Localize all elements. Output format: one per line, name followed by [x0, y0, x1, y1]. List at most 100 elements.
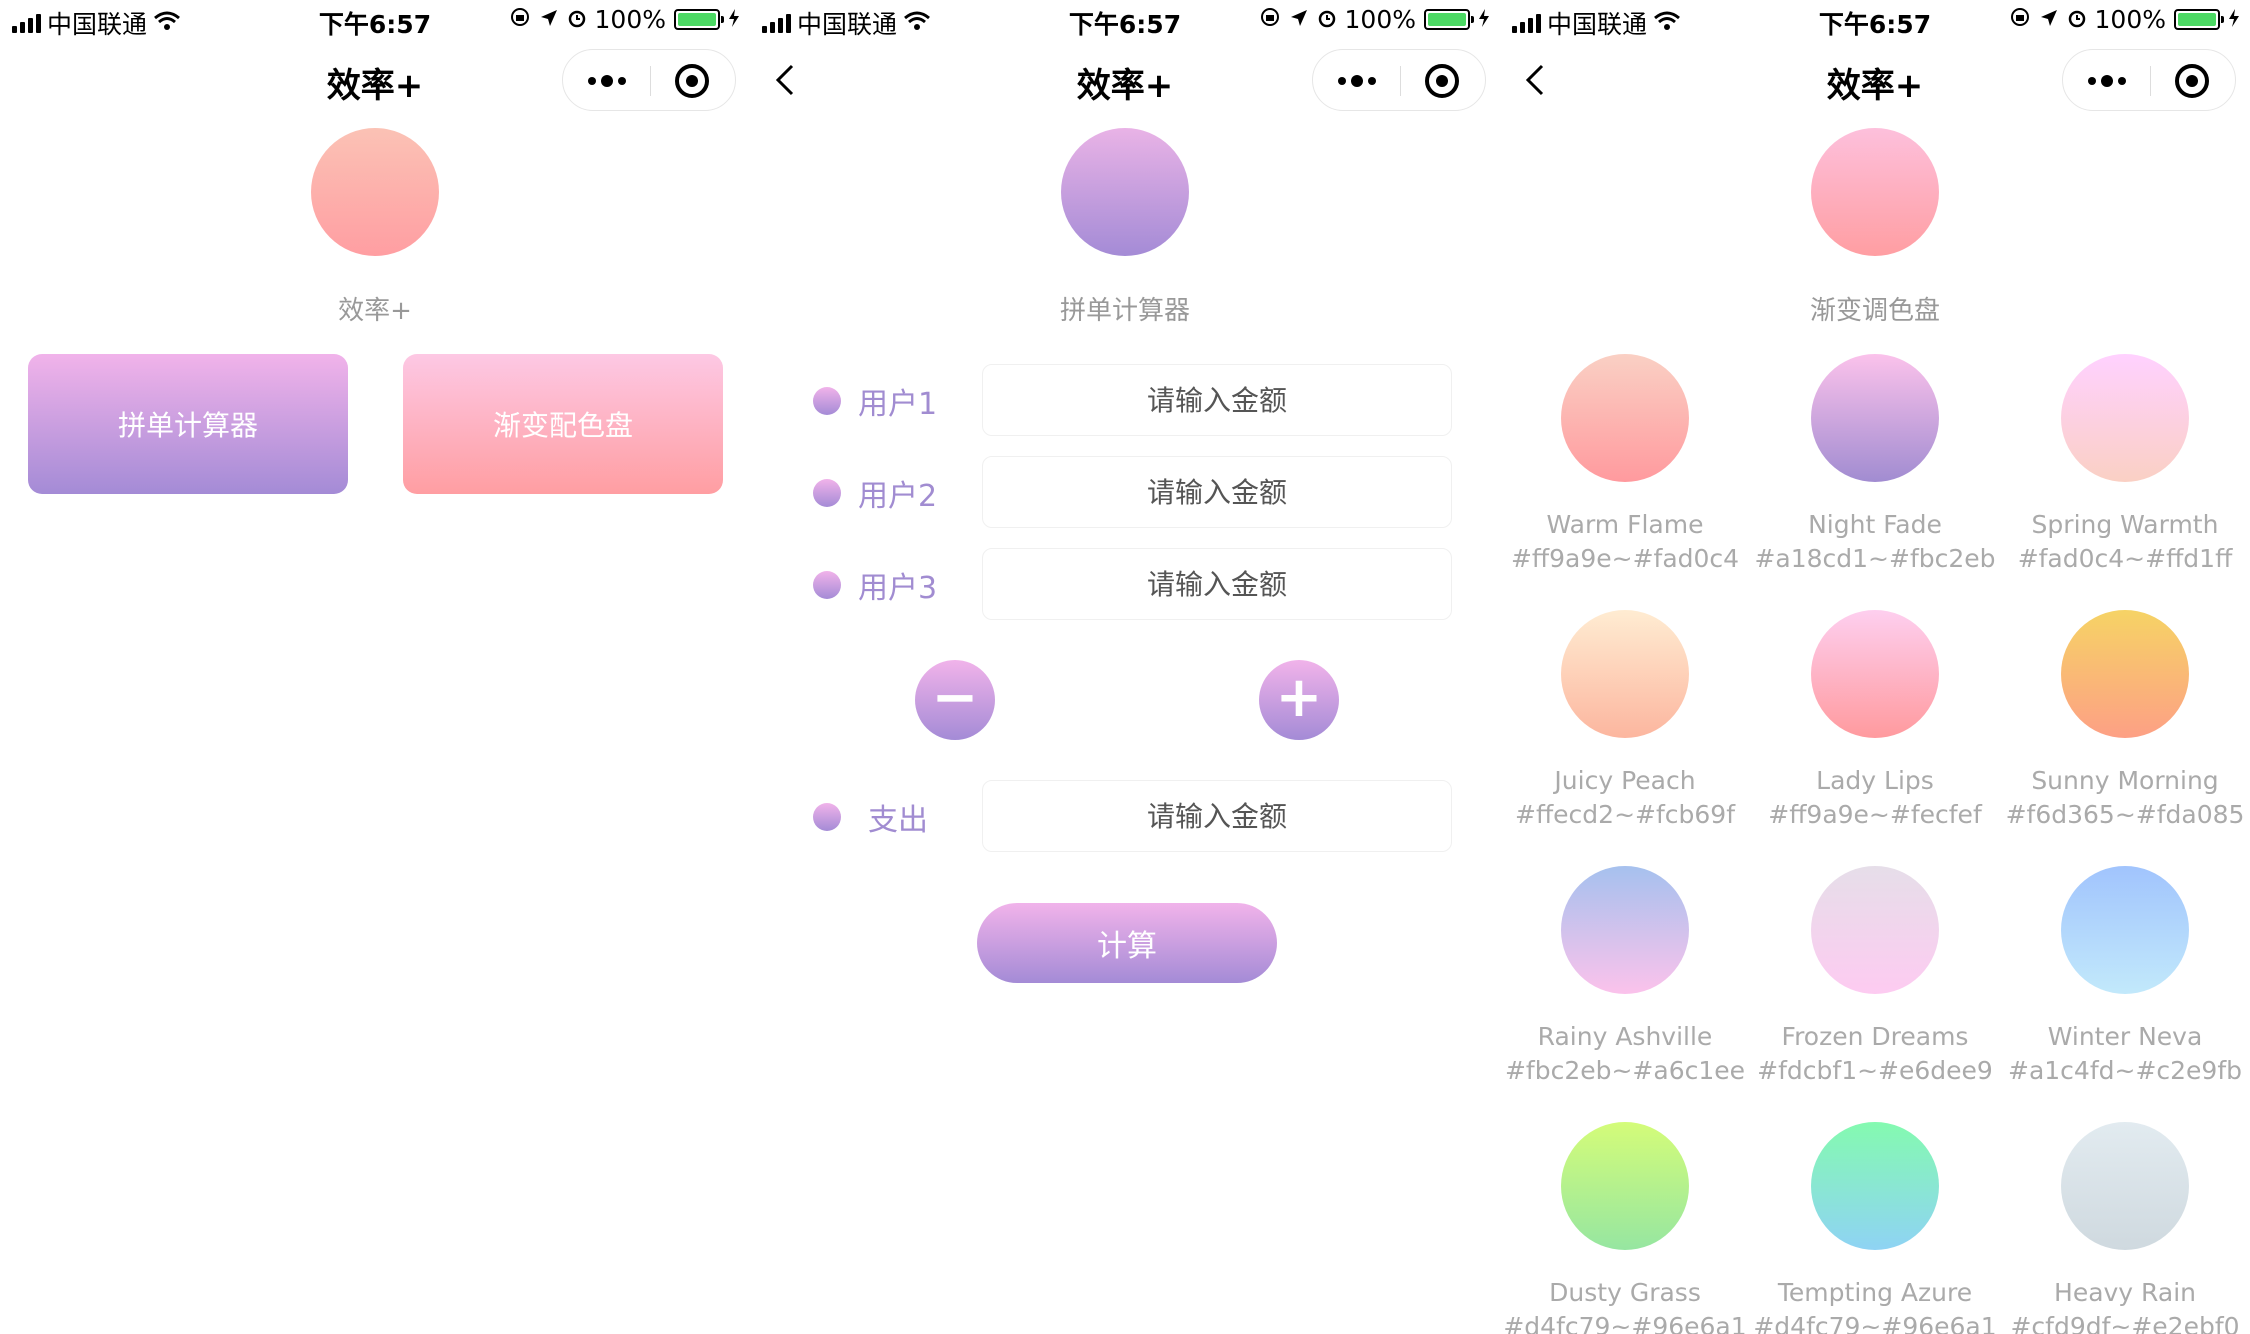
swatch-item[interactable]: Frozen Dreams #fdcbf1~#e6dee9: [1750, 866, 2000, 1088]
hero-label: 渐变调色盘: [1809, 296, 1940, 326]
more-menu-icon[interactable]: [2063, 50, 2150, 112]
swatch-item[interactable]: Tempting Azure #d4fc79~#96e6a1: [1750, 1122, 2000, 1334]
swatch-item[interactable]: Lady Lips #ff9a9e~#fecfef: [1750, 610, 2000, 832]
swatch-circle[interactable]: [2061, 354, 2189, 482]
user-row: 用户1: [750, 364, 1500, 436]
swatch-code: #fdcbf1~#e6dee9: [1757, 1056, 1993, 1085]
swatch-item[interactable]: Juicy Peach #ffecd2~#fcb69f: [1500, 610, 1750, 832]
swatch-item[interactable]: Spring Warmth #fad0c4~#ffd1ff: [2000, 354, 2250, 576]
hero-label: 效率+: [338, 296, 412, 326]
bullet-dot: [813, 803, 841, 831]
close-program-icon[interactable]: [1425, 64, 1459, 98]
swatch-item[interactable]: Dusty Grass #d4fc79~#96e6a1: [1500, 1122, 1750, 1334]
swatch-circle[interactable]: [2061, 1122, 2189, 1250]
swatch-code: #d4fc79~#96e6a1: [1503, 1312, 1747, 1334]
swatch-item[interactable]: Winter Neva #a1c4fd~#c2e9fb: [2000, 866, 2250, 1088]
swatch-circle[interactable]: [1811, 354, 1939, 482]
battery-icon: [1424, 9, 1474, 30]
more-menu-icon[interactable]: [563, 50, 650, 112]
alarm-icon: [567, 5, 587, 34]
more-menu-icon[interactable]: [1313, 50, 1400, 112]
mini-program-capsule: [2062, 49, 2236, 111]
location-icon: [2039, 5, 2059, 34]
hero-label: 拼单计算器: [1059, 296, 1190, 326]
user-amount-input[interactable]: [982, 548, 1452, 620]
charging-icon: [1478, 5, 1490, 34]
expense-row: 支出: [750, 780, 1500, 852]
close-program-icon[interactable]: [2175, 64, 2209, 98]
nav-bar: 效率+: [0, 40, 750, 120]
user-label: 用户1: [858, 387, 938, 422]
swatch-code: #d4fc79~#96e6a1: [1753, 1312, 1997, 1334]
swatch-circle[interactable]: [1811, 610, 1939, 738]
swatch-code: #fad0c4~#ffd1ff: [2017, 544, 2233, 573]
swatch-circle[interactable]: [1811, 1122, 1939, 1250]
user-label: 用户3: [858, 571, 938, 606]
swatch-item[interactable]: Heavy Rain #cfd9df~#e2ebf0: [2000, 1122, 2250, 1334]
swatch-circle[interactable]: [1561, 1122, 1689, 1250]
swatch-name: Juicy Peach: [1554, 766, 1696, 795]
user-label: 用户2: [858, 479, 938, 514]
user-row: 用户2: [750, 456, 1500, 528]
calculator-screen: 中国联通 下午6:57 100% 效率+ 拼单计算器 用户1 请输入金额 用户2…: [750, 0, 1500, 1334]
battery-icon: [674, 9, 724, 30]
swatch-circle[interactable]: [2061, 610, 2189, 738]
hero-avatar: [1061, 128, 1189, 256]
expense-amount-input[interactable]: [982, 780, 1452, 852]
alarm-icon: [1317, 5, 1337, 34]
hero-avatar: [311, 128, 439, 256]
swatch-code: #fbc2eb~#a6c1ee: [1504, 1056, 1746, 1085]
swatch-name: Sunny Morning: [2031, 766, 2219, 795]
swatch-circle[interactable]: [1561, 610, 1689, 738]
swatch-name: Warm Flame: [1546, 510, 1704, 539]
swatch-circle[interactable]: [1561, 354, 1689, 482]
swatch-item[interactable]: Rainy Ashville #fbc2eb~#a6c1ee: [1500, 866, 1750, 1088]
orientation-lock-icon: [1259, 5, 1281, 34]
swatch-item[interactable]: Sunny Morning #f6d365~#fda085: [2000, 610, 2250, 832]
orientation-lock-icon: [509, 5, 531, 34]
nav-bar: 效率+: [750, 40, 1500, 120]
swatch-circle[interactable]: [1811, 866, 1939, 994]
swatch-code: #a1c4fd~#c2e9fb: [2008, 1056, 2242, 1085]
bullet-dot: [813, 479, 841, 507]
swatch-item[interactable]: Warm Flame #ff9a9e~#fad0c4: [1500, 354, 1750, 576]
home-screen: 中国联通 下午6:57 100% 效率+ 效率+ 拼单计算器 渐变配色盘: [0, 0, 750, 1334]
swatch-name: Winter Neva: [2047, 1022, 2203, 1051]
swatch-name: Night Fade: [1808, 510, 1942, 539]
swatch-circle[interactable]: [2061, 866, 2189, 994]
swatch-code: #ff9a9e~#fecfef: [1768, 800, 1982, 829]
mini-program-capsule: [1312, 49, 1486, 111]
palette-screen: 中国联通 下午6:57 100% 效率+ 渐变调色盘 Warm Flame #f…: [1500, 0, 2250, 1334]
swatch-circle[interactable]: [1561, 866, 1689, 994]
user-amount-input[interactable]: [982, 456, 1452, 528]
status-bar: 中国联通 下午6:57 100%: [1500, 0, 2250, 40]
swatch-code: #a18cd1~#fbc2eb: [1754, 544, 1996, 573]
charging-icon: [728, 5, 740, 34]
calculate-button[interactable]: 计算: [977, 903, 1277, 983]
add-user-button[interactable]: +: [1259, 660, 1339, 740]
battery-percent: 100%: [1344, 5, 1416, 34]
close-program-icon[interactable]: [675, 64, 709, 98]
status-bar: 中国联通 下午6:57 100%: [750, 0, 1500, 40]
split-calculator-button[interactable]: 拼单计算器: [28, 354, 348, 494]
gradient-palette-button[interactable]: 渐变配色盘: [403, 354, 723, 494]
remove-user-button[interactable]: −: [915, 660, 995, 740]
mini-program-capsule: [562, 49, 736, 111]
swatch-code: #ffecd2~#fcb69f: [1515, 800, 1735, 829]
battery-icon: [2174, 9, 2224, 30]
swatch-name: Rainy Ashville: [1537, 1022, 1713, 1051]
user-row: 用户3: [750, 548, 1500, 620]
capsule-divider: [650, 66, 651, 96]
swatch-name: Dusty Grass: [1549, 1278, 1701, 1307]
orientation-lock-icon: [2009, 5, 2031, 34]
swatch-code: #ff9a9e~#fad0c4: [1510, 544, 1740, 573]
bullet-dot: [813, 387, 841, 415]
battery-percent: 100%: [594, 5, 666, 34]
swatch-name: Tempting Azure: [1777, 1278, 1973, 1307]
swatch-name: Lady Lips: [1816, 766, 1934, 795]
location-icon: [1289, 5, 1309, 34]
swatch-item[interactable]: Night Fade #a18cd1~#fbc2eb: [1750, 354, 2000, 576]
bullet-dot: [813, 571, 841, 599]
location-icon: [539, 5, 559, 34]
user-amount-input[interactable]: [982, 364, 1452, 436]
